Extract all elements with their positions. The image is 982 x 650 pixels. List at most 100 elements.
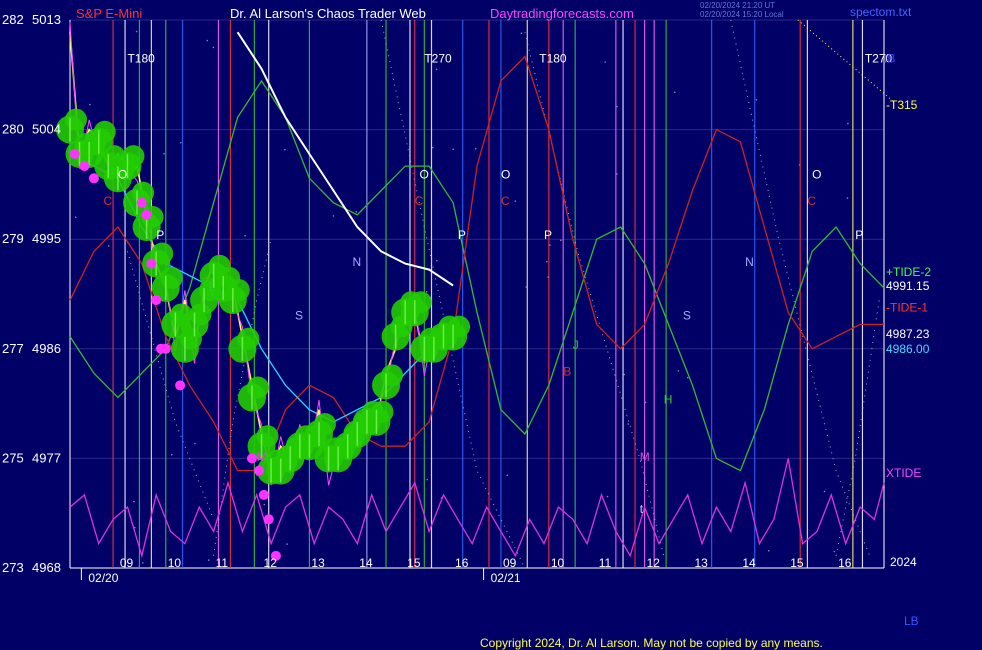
date-label: 02/20: [88, 571, 118, 585]
hour-tick-label: 14: [359, 556, 373, 570]
cycle-marker: T180: [127, 52, 155, 66]
star-dot: [798, 164, 801, 166]
hour-tick-label: 15: [407, 556, 421, 570]
hour-tick-label: 10: [551, 556, 565, 570]
cycle-marker: P: [544, 228, 552, 242]
star-dot: [133, 500, 135, 503]
band-blob: [409, 291, 432, 314]
star-dot: [142, 562, 144, 564]
star-dot: [179, 141, 182, 144]
hour-tick-label: 11: [599, 556, 612, 570]
star-dot: [194, 442, 196, 445]
band-blob: [246, 376, 269, 399]
y-tick-price: 4995: [32, 231, 61, 246]
hour-tick-label: 13: [694, 556, 708, 570]
right-label: +TIDE-2: [886, 265, 931, 279]
star-dot: [674, 91, 676, 93]
cycle-marker: P: [458, 228, 466, 242]
cycle-marker: O: [501, 167, 510, 181]
star-dot: [833, 550, 836, 553]
hour-tick-label: 14: [742, 556, 756, 570]
instrument-title: S&P E-Mini: [76, 6, 142, 21]
cycle-marker: T180: [539, 52, 567, 66]
cycle-marker: O: [812, 167, 821, 181]
date-label: 02/21: [491, 571, 521, 585]
star-dot: [847, 122, 849, 125]
band-blob: [93, 120, 116, 143]
cycle-marker: N: [353, 255, 362, 269]
pivot-dot: [246, 453, 257, 464]
right-label: XTIDE: [886, 466, 921, 480]
right-label: -TIDE-1: [886, 300, 928, 314]
cycle-marker: C: [415, 194, 424, 208]
star-dot: [846, 197, 849, 199]
star-dot: [604, 61, 606, 63]
star-dot: [616, 173, 618, 175]
cycle-marker: IB: [884, 52, 895, 66]
cycle-marker: C: [104, 194, 113, 208]
hour-tick-label: 12: [647, 556, 661, 570]
star-dot: [171, 453, 173, 456]
right-label: 4987.23: [886, 327, 930, 341]
y-tick-label: 282: [2, 12, 24, 27]
year-label: 2024: [890, 555, 917, 569]
y-tick-price: 5013: [32, 12, 61, 27]
cycle-marker: B: [563, 365, 571, 379]
band-blob: [256, 425, 279, 448]
band-blob: [313, 413, 336, 436]
site-title: Dr. Al Larson's Chaos Trader Web: [230, 6, 426, 21]
star-dot: [436, 259, 438, 262]
pivot-dot: [69, 148, 80, 159]
pivot-dot: [146, 258, 157, 269]
band-blob: [65, 108, 87, 131]
pivot-dot: [175, 380, 186, 391]
copyright: Copyright 2024, Dr. Al Larson. May not b…: [480, 636, 823, 650]
hour-tick-label: 09: [120, 556, 134, 570]
star-dot: [606, 495, 609, 498]
star-dot: [425, 290, 428, 293]
band-blob: [227, 279, 250, 302]
y-tick-price: 4977: [32, 450, 61, 465]
star-dot: [286, 543, 288, 545]
star-dot: [686, 376, 689, 379]
star-dot: [549, 244, 551, 246]
lb-label: LB: [904, 614, 919, 628]
timestamp-local: 02/20/2024 15:20 Local: [700, 10, 784, 19]
band-blob: [448, 315, 471, 338]
band-blob: [381, 364, 404, 387]
star-dot: [525, 286, 527, 288]
star-dot: [506, 474, 509, 477]
star-dot: [89, 103, 91, 106]
source-file: spectom.txt: [850, 5, 912, 19]
cycle-marker: J: [573, 338, 579, 352]
pivot-dot: [160, 343, 171, 354]
cycle-marker: S: [295, 309, 303, 323]
star-dot: [426, 478, 429, 481]
pivot-dot: [79, 161, 90, 172]
y-tick-label: 275: [2, 450, 24, 465]
cycle-marker: M: [257, 450, 267, 464]
site-url[interactable]: Daytradingforecasts.com: [490, 6, 634, 21]
right-label: 4986.00: [886, 342, 930, 356]
cycle-marker: L: [209, 279, 216, 293]
chaos-trader-chart: 282 5013 280 5004 279 4995 277 4986 275 4977 273 49…: [0, 0, 982, 650]
star-dot: [332, 215, 335, 217]
y-tick-price: 4968: [32, 560, 61, 575]
timestamp-ut: 02/20/2024 21:20 UT: [700, 1, 775, 10]
pivot-dot: [263, 514, 274, 525]
star-dot: [263, 503, 266, 506]
hour-tick-label: 13: [311, 556, 325, 570]
cycle-marker: C: [501, 194, 510, 208]
pivot-dot: [254, 465, 265, 476]
y-tick-label: 277: [2, 341, 24, 356]
star-dot: [514, 200, 517, 202]
cycle-marker: C: [807, 194, 816, 208]
hour-tick-label: 15: [790, 556, 804, 570]
star-dot: [207, 559, 210, 561]
star-dot: [108, 245, 110, 247]
hour-tick-label: 16: [455, 556, 469, 570]
star-dot: [616, 105, 618, 108]
hour-tick-label: 10: [168, 556, 182, 570]
y-tick-price: 4986: [32, 341, 61, 356]
hour-tick-label: 16: [838, 556, 852, 570]
